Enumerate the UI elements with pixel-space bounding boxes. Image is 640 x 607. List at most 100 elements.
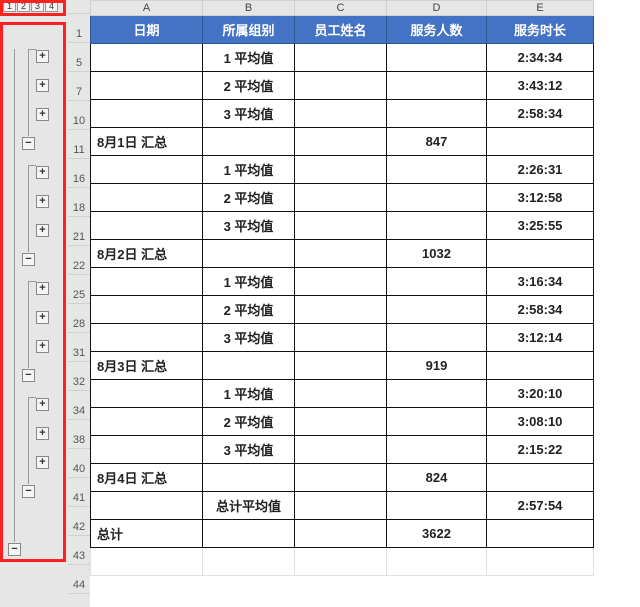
cell[interactable] [295, 520, 387, 548]
cell[interactable]: 8月3日 汇总 [91, 352, 203, 380]
cell[interactable]: 1 平均值 [203, 380, 295, 408]
cell[interactable]: 3:25:55 [487, 212, 594, 240]
cell[interactable] [295, 436, 387, 464]
cell[interactable] [295, 296, 387, 324]
cell[interactable] [387, 100, 487, 128]
outline-level-1[interactable]: 1 [3, 0, 16, 12]
cell[interactable]: 847 [387, 128, 487, 156]
cell[interactable]: 824 [387, 464, 487, 492]
cell[interactable]: 3 平均值 [203, 100, 295, 128]
cell[interactable] [295, 408, 387, 436]
cell[interactable]: 2:58:34 [487, 296, 594, 324]
cell[interactable] [295, 268, 387, 296]
outline-collapse-button[interactable]: − [22, 369, 35, 382]
cell[interactable] [203, 240, 295, 268]
outline-expand-button[interactable]: + [36, 427, 49, 440]
cell[interactable] [487, 548, 594, 576]
cell[interactable] [91, 492, 203, 520]
cell[interactable]: 2:15:22 [487, 436, 594, 464]
cell[interactable]: 2:26:31 [487, 156, 594, 184]
outline-collapse-button[interactable]: − [22, 253, 35, 266]
cell[interactable] [487, 240, 594, 268]
cell[interactable] [91, 212, 203, 240]
cell[interactable] [295, 44, 387, 72]
cell[interactable] [295, 492, 387, 520]
outline-level-2[interactable]: 2 [17, 0, 30, 12]
row-number[interactable]: 41 [68, 478, 90, 507]
outline-expand-button[interactable]: + [36, 456, 49, 469]
cell[interactable] [295, 184, 387, 212]
cell[interactable]: 3 平均值 [203, 436, 295, 464]
row-number[interactable]: 1 [68, 14, 90, 43]
cell[interactable] [295, 352, 387, 380]
cell[interactable] [91, 184, 203, 212]
cell[interactable] [387, 324, 487, 352]
cell[interactable]: 总计 [91, 520, 203, 548]
row-number[interactable]: 42 [68, 507, 90, 536]
cell[interactable] [387, 380, 487, 408]
cell[interactable]: 1032 [387, 240, 487, 268]
cell[interactable] [387, 548, 487, 576]
cell[interactable]: 2:58:34 [487, 100, 594, 128]
cell[interactable] [91, 548, 203, 576]
outline-expand-button[interactable]: + [36, 282, 49, 295]
row-number[interactable]: 18 [68, 188, 90, 217]
cell[interactable] [295, 156, 387, 184]
cell[interactable] [387, 296, 487, 324]
row-number[interactable]: 22 [68, 246, 90, 275]
cell[interactable] [295, 72, 387, 100]
cell[interactable] [387, 268, 487, 296]
cell[interactable] [295, 464, 387, 492]
outline-expand-button[interactable]: + [36, 195, 49, 208]
cell[interactable] [295, 324, 387, 352]
cell[interactable] [295, 240, 387, 268]
cell[interactable] [387, 408, 487, 436]
cell[interactable]: 3 平均值 [203, 324, 295, 352]
cell[interactable] [91, 268, 203, 296]
cell[interactable] [91, 324, 203, 352]
col-header-E[interactable]: E [487, 1, 594, 16]
cell[interactable] [203, 520, 295, 548]
row-number[interactable]: 40 [68, 449, 90, 478]
outline-collapse-button[interactable]: − [22, 485, 35, 498]
row-number[interactable]: 16 [68, 159, 90, 188]
col-header-B[interactable]: B [203, 1, 295, 16]
row-number[interactable]: 7 [68, 72, 90, 101]
row-number[interactable]: 10 [68, 101, 90, 130]
cell[interactable] [487, 352, 594, 380]
cell[interactable]: 3:08:10 [487, 408, 594, 436]
row-number[interactable]: 43 [68, 536, 90, 565]
cell[interactable] [487, 128, 594, 156]
cell[interactable]: 3:12:14 [487, 324, 594, 352]
outline-expand-button[interactable]: + [36, 398, 49, 411]
col-header-D[interactable]: D [387, 1, 487, 16]
row-number[interactable]: 21 [68, 217, 90, 246]
cell[interactable]: 3:20:10 [487, 380, 594, 408]
cell[interactable] [91, 408, 203, 436]
cell[interactable] [387, 184, 487, 212]
cell[interactable]: 2:57:54 [487, 492, 594, 520]
outline-level-3[interactable]: 3 [31, 0, 44, 12]
cell[interactable]: 2:34:34 [487, 44, 594, 72]
outline-collapse-button[interactable]: − [22, 137, 35, 150]
col-header-C[interactable]: C [295, 1, 387, 16]
row-number[interactable]: 32 [68, 362, 90, 391]
cell[interactable]: 8月4日 汇总 [91, 464, 203, 492]
cell[interactable] [91, 436, 203, 464]
row-number[interactable]: 38 [68, 420, 90, 449]
cell[interactable] [295, 100, 387, 128]
cell[interactable] [203, 352, 295, 380]
cell[interactable] [203, 464, 295, 492]
outline-expand-button[interactable]: + [36, 50, 49, 63]
outline-expand-button[interactable]: + [36, 224, 49, 237]
cell[interactable] [203, 548, 295, 576]
cell[interactable] [387, 212, 487, 240]
col-header-A[interactable]: A [91, 1, 203, 16]
cell[interactable]: 919 [387, 352, 487, 380]
row-number[interactable]: 11 [68, 130, 90, 159]
outline-expand-button[interactable]: + [36, 79, 49, 92]
outline-collapse-button[interactable]: − [8, 543, 21, 556]
cell[interactable]: 3:16:34 [487, 268, 594, 296]
cell[interactable]: 3:43:12 [487, 72, 594, 100]
cell[interactable]: 3622 [387, 520, 487, 548]
